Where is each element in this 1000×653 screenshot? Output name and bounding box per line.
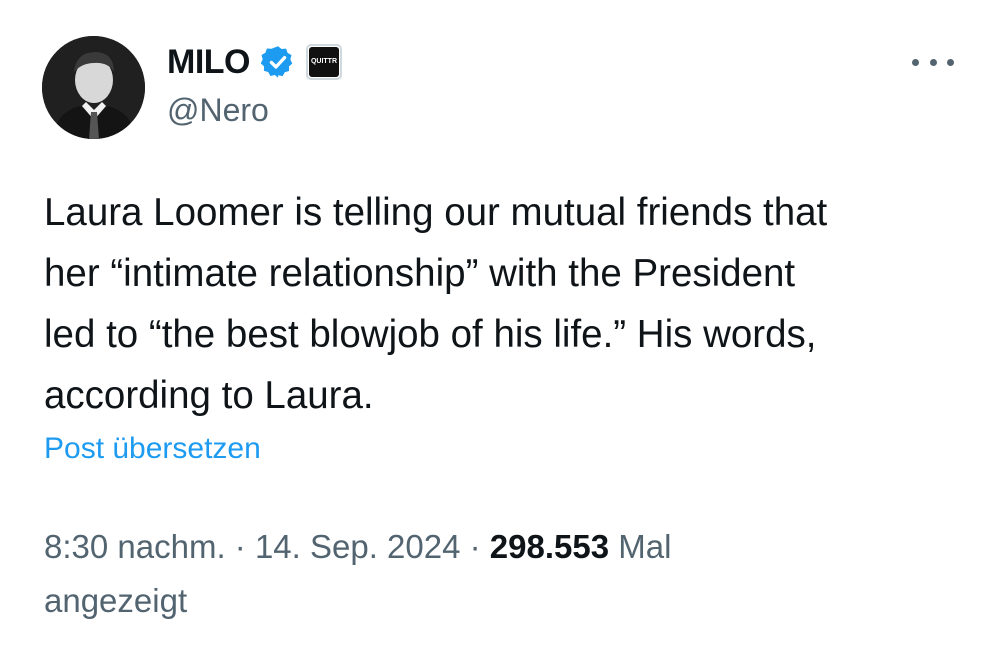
tweet-text: Laura Loomer is telling our mutual frien… <box>44 191 828 417</box>
meta-separator: · <box>460 528 490 565</box>
more-options-button[interactable] <box>912 50 954 74</box>
more-options-dot-icon <box>929 58 937 66</box>
views-label-continued: angezeigt <box>44 582 188 619</box>
author-handle[interactable]: @Nero <box>167 92 269 129</box>
affiliate-badge-label: QUITTR <box>308 47 339 77</box>
tweet-date[interactable]: 14. Sep. 2024 <box>255 528 461 565</box>
avatar-photo-icon <box>42 36 145 139</box>
author-display-name[interactable]: MILO <box>167 43 250 82</box>
verified-checkmark-icon <box>260 46 293 78</box>
views-label: Mal <box>618 528 672 565</box>
tweet-metadata: 8:30 nachm. · 14. Sep. 2024 · 298.553 Ma… <box>44 520 974 628</box>
meta-separator: · <box>225 528 255 565</box>
affiliate-badge-icon[interactable]: QUITTR <box>305 44 342 80</box>
more-options-dot-icon <box>912 58 919 66</box>
more-options-dot-icon <box>947 58 954 66</box>
tweet-time[interactable]: 8:30 nachm. <box>44 528 226 565</box>
translate-post-link[interactable]: Post übersetzen <box>44 432 261 466</box>
views-count[interactable]: 298.553 <box>490 528 609 565</box>
avatar[interactable] <box>42 36 145 139</box>
author-name-row: MILO QUITTR <box>167 40 342 84</box>
tweet-card: MILO QUITTR @Nero Laura Loomer is tellin… <box>0 0 1000 653</box>
